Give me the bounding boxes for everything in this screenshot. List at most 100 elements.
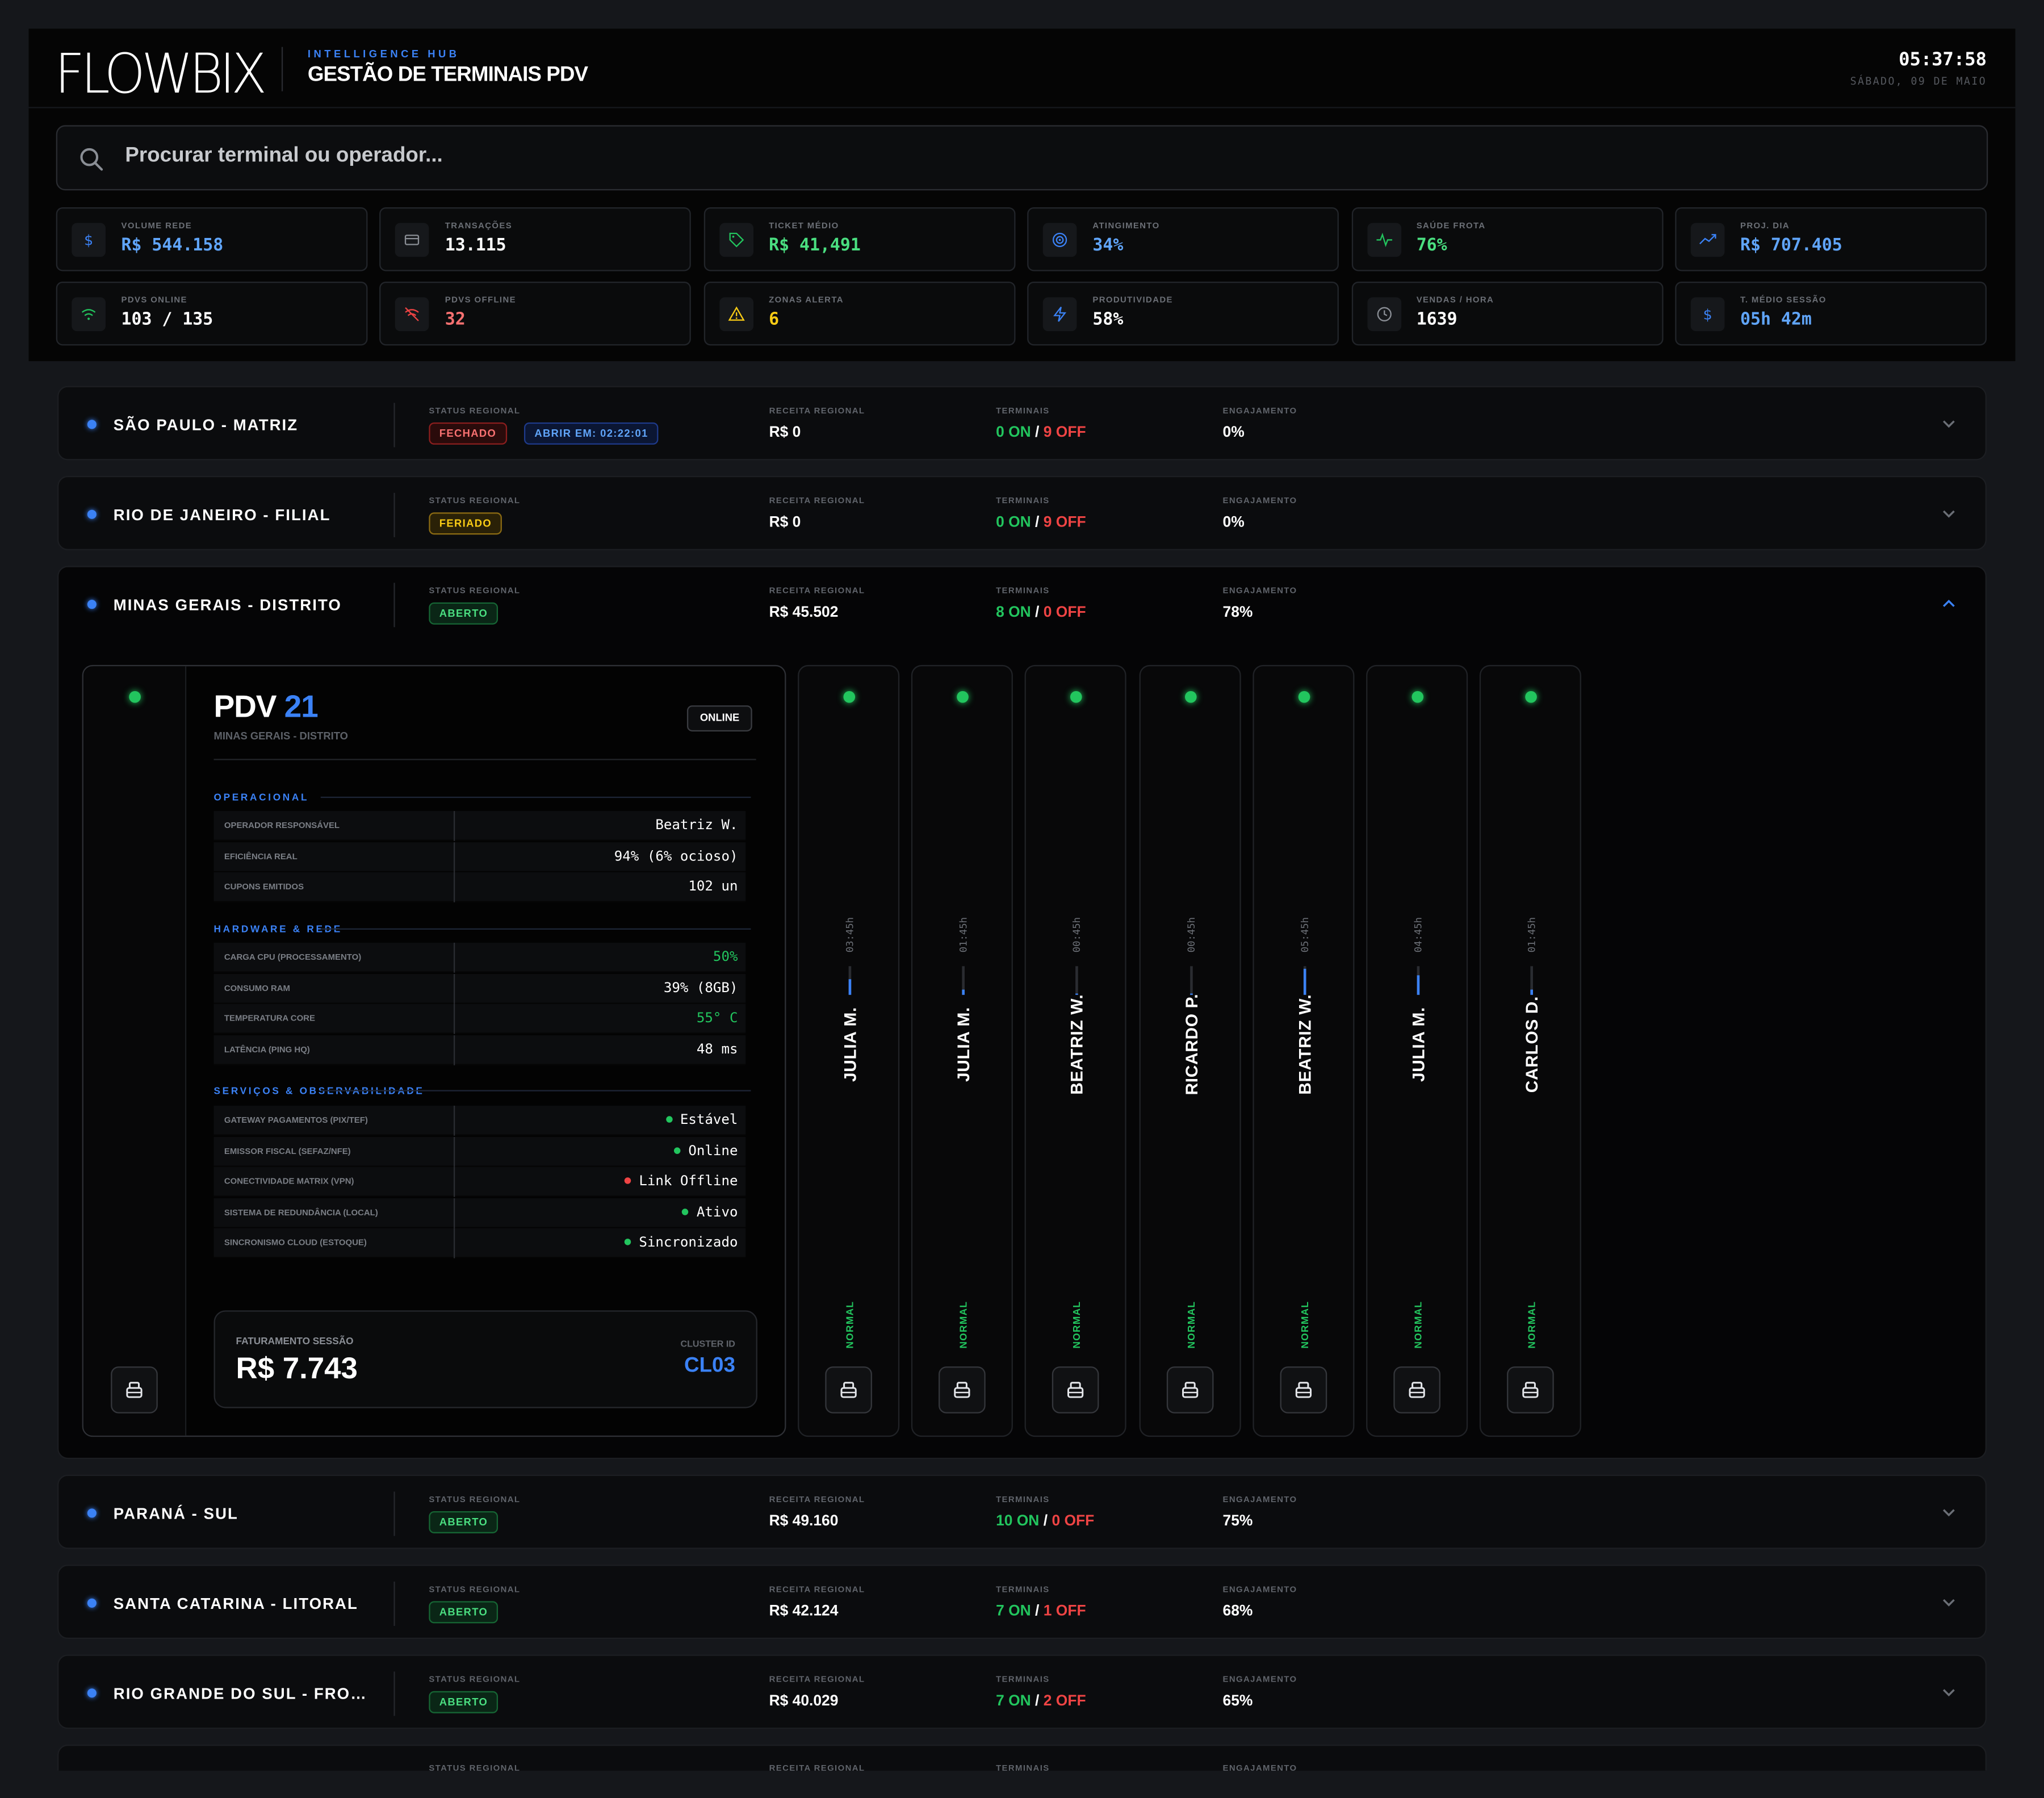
detail-key: EFICIÊNCIA REAL	[224, 852, 298, 862]
chevron-down-icon[interactable]	[1941, 1595, 1957, 1611]
kpi-card: TRANSAÇÕES 13.115	[380, 207, 692, 271]
detail-key: OPERADOR RESPONSÁVEL	[224, 821, 340, 831]
register-button[interactable]	[1166, 1366, 1213, 1414]
terminal-column[interactable]: 04:45h JULIA M. NORMAL	[1366, 664, 1468, 1437]
detail-row: CUPONS EMITIDOS 102 un	[213, 872, 746, 902]
register-button[interactable]	[1393, 1366, 1440, 1414]
register-button[interactable]	[939, 1366, 986, 1414]
register-button[interactable]	[111, 1366, 158, 1414]
kpi-label: TRANSAÇÕES	[445, 221, 513, 231]
terminal-column[interactable]: 00:45h RICARDO P. NORMAL	[1138, 664, 1241, 1437]
operator-name: BEATRIZ W.	[1295, 994, 1314, 1095]
engagement-label: ENGAJAMENTO	[1222, 496, 1297, 506]
region-row[interactable]: RIO GRANDE DO SUL - FRONT... STATUS REGI…	[57, 1654, 1987, 1729]
status-label: STATUS REGIONAL	[429, 407, 521, 416]
terminal-column[interactable]: 00:45h BEATRIZ W. NORMAL	[1025, 664, 1127, 1437]
session-time: 05:45h	[1299, 917, 1311, 953]
detail-key: EMISSOR FISCAL (SEFAZ/NFE)	[224, 1147, 351, 1156]
divider	[453, 1197, 455, 1228]
detail-value: Link Offline	[625, 1173, 738, 1189]
region-row[interactable]: SÃO PAULO - MATRIZ STATUS REGIONAL FECHA…	[57, 386, 1987, 461]
divider	[393, 1581, 395, 1626]
divider	[453, 1136, 455, 1166]
session-time: 01:45h	[957, 917, 970, 953]
terminals-label: TERMINAIS	[996, 1585, 1050, 1595]
chevron-down-icon[interactable]	[1941, 1504, 1957, 1520]
kpi-card: ATINGIMENTO 34%	[1027, 207, 1339, 271]
status-badge: ABERTO	[429, 1601, 499, 1624]
app: FLOWBIX INTELLIGENCE HUB GESTÃO DE TERMI…	[0, 0, 2044, 1798]
terminals-value: 0 ON / 9 OFF	[996, 515, 1086, 531]
divider	[453, 942, 455, 973]
region-row[interactable]: SANTA CATARINA - LITORAL STATUS REGIONAL…	[57, 1565, 1987, 1639]
tag-icon	[719, 223, 753, 257]
terminal-column[interactable]: 05:45h BEATRIZ W. NORMAL	[1252, 664, 1354, 1437]
terminals-value: 8 ON / 0 OFF	[996, 605, 1086, 621]
detail-value: 39% (8GB)	[663, 980, 738, 996]
chevron-up-icon[interactable]	[1941, 596, 1957, 612]
session-bar-fill	[848, 979, 852, 995]
detail-value: Beatriz W.	[655, 817, 738, 834]
open-countdown-badge: ABRIR EM: 02:22:01	[523, 422, 659, 445]
region-name: RIO GRANDE DO SUL - FRONT...	[113, 1684, 374, 1703]
engagement-value: 0%	[1222, 425, 1245, 441]
region-row[interactable]: PARANÁ - SUL STATUS REGIONAL ABERTO RECE…	[57, 1474, 1987, 1549]
divider	[281, 47, 283, 91]
kpi-label: PROJ. DIA	[1740, 221, 1790, 231]
register-button[interactable]	[825, 1366, 872, 1414]
engagement-value: 65%	[1222, 1694, 1253, 1709]
operator-name: JULIA M.	[953, 1006, 974, 1082]
region-name: MINAS GERAIS - DISTRITO	[113, 596, 342, 614]
region-row[interactable]: RIO DE JANEIRO - FILIAL STATUS REGIONAL …	[57, 476, 1987, 550]
detail-row: SISTEMA DE REDUNDÂNCIA (LOCAL) Ativo	[213, 1197, 746, 1228]
terminal-column[interactable]: 01:45h CARLOS D. NORMAL	[1480, 664, 1582, 1437]
header: FLOWBIX INTELLIGENCE HUB GESTÃO DE TERMI…	[28, 28, 2016, 361]
terminals-label: TERMINAIS	[996, 587, 1050, 596]
terminals-on: 10 ON	[996, 1513, 1040, 1530]
logo[interactable]: FLOWBIX	[55, 41, 267, 105]
register-button[interactable]	[1507, 1366, 1555, 1414]
chevron-down-icon[interactable]	[1941, 416, 1957, 432]
register-button[interactable]	[1280, 1366, 1327, 1414]
region-status-dot	[87, 509, 97, 519]
detail-key: CONECTIVIDADE MATRIX (VPN)	[224, 1177, 354, 1187]
chevron-down-icon[interactable]	[1941, 1684, 1957, 1700]
region-row[interactable]: MINAS GERAIS - DISTRITO STATUS REGIONAL …	[58, 567, 1985, 642]
detail-row: EMISSOR FISCAL (SEFAZ/NFE) Online	[213, 1136, 746, 1166]
terminal-column[interactable]: 01:45h JULIA M. NORMAL	[911, 664, 1013, 1437]
terminals-label: TERMINAIS	[996, 1764, 1050, 1771]
dollar-icon: $	[72, 223, 106, 257]
terminals-label: TERMINAIS	[996, 496, 1050, 506]
date: SÁBADO, 09 DE MAIO	[1850, 76, 1987, 87]
detail-value: Ativo	[682, 1204, 738, 1220]
terminals-label: TERMINAIS	[996, 1675, 1050, 1685]
terminals-value: 7 ON / 1 OFF	[996, 1604, 1086, 1620]
revenue-label: RECEITA REGIONAL	[769, 407, 865, 416]
search-bar[interactable]: Procurar terminal ou operador...	[56, 125, 1988, 191]
chevron-down-icon[interactable]	[1941, 506, 1957, 522]
status-badge: FERIADO	[429, 512, 502, 535]
terminal-detail-card[interactable]: PDV 21 MINAS GERAIS - DISTRITO ONLINE OP…	[82, 664, 786, 1437]
online-dot	[1184, 691, 1196, 703]
top-bar: FLOWBIX INTELLIGENCE HUB GESTÃO DE TERMI…	[28, 29, 2016, 108]
status-dot	[625, 1239, 631, 1245]
search-input[interactable]: Procurar terminal ou operador...	[125, 145, 442, 168]
region-row-partial[interactable]: STATUS REGIONAL RECEITA REGIONAL TERMINA…	[57, 1744, 1987, 1771]
status-label: STATUS REGIONAL	[429, 1675, 521, 1685]
app-kicker: INTELLIGENCE HUB	[307, 48, 460, 60]
terminals-value: 7 ON / 2 OFF	[996, 1694, 1086, 1709]
terminals-label: TERMINAIS	[996, 1495, 1050, 1505]
divider	[393, 1491, 395, 1536]
revenue-label: RECEITA REGIONAL	[769, 1675, 865, 1685]
divider	[453, 1166, 455, 1197]
register-button[interactable]	[1052, 1366, 1100, 1414]
status-badge: ABERTO	[429, 1691, 499, 1713]
engagement-label: ENGAJAMENTO	[1222, 1764, 1297, 1771]
divider	[213, 759, 756, 760]
detail-value: 50%	[713, 949, 738, 965]
terminal-column[interactable]: 03:45h JULIA M. NORMAL	[798, 664, 900, 1437]
terminals-label: TERMINAIS	[996, 407, 1050, 416]
service-status: Sincronizado	[639, 1235, 738, 1251]
status-badge: ABERTO	[429, 602, 499, 625]
status-dot	[665, 1116, 673, 1123]
